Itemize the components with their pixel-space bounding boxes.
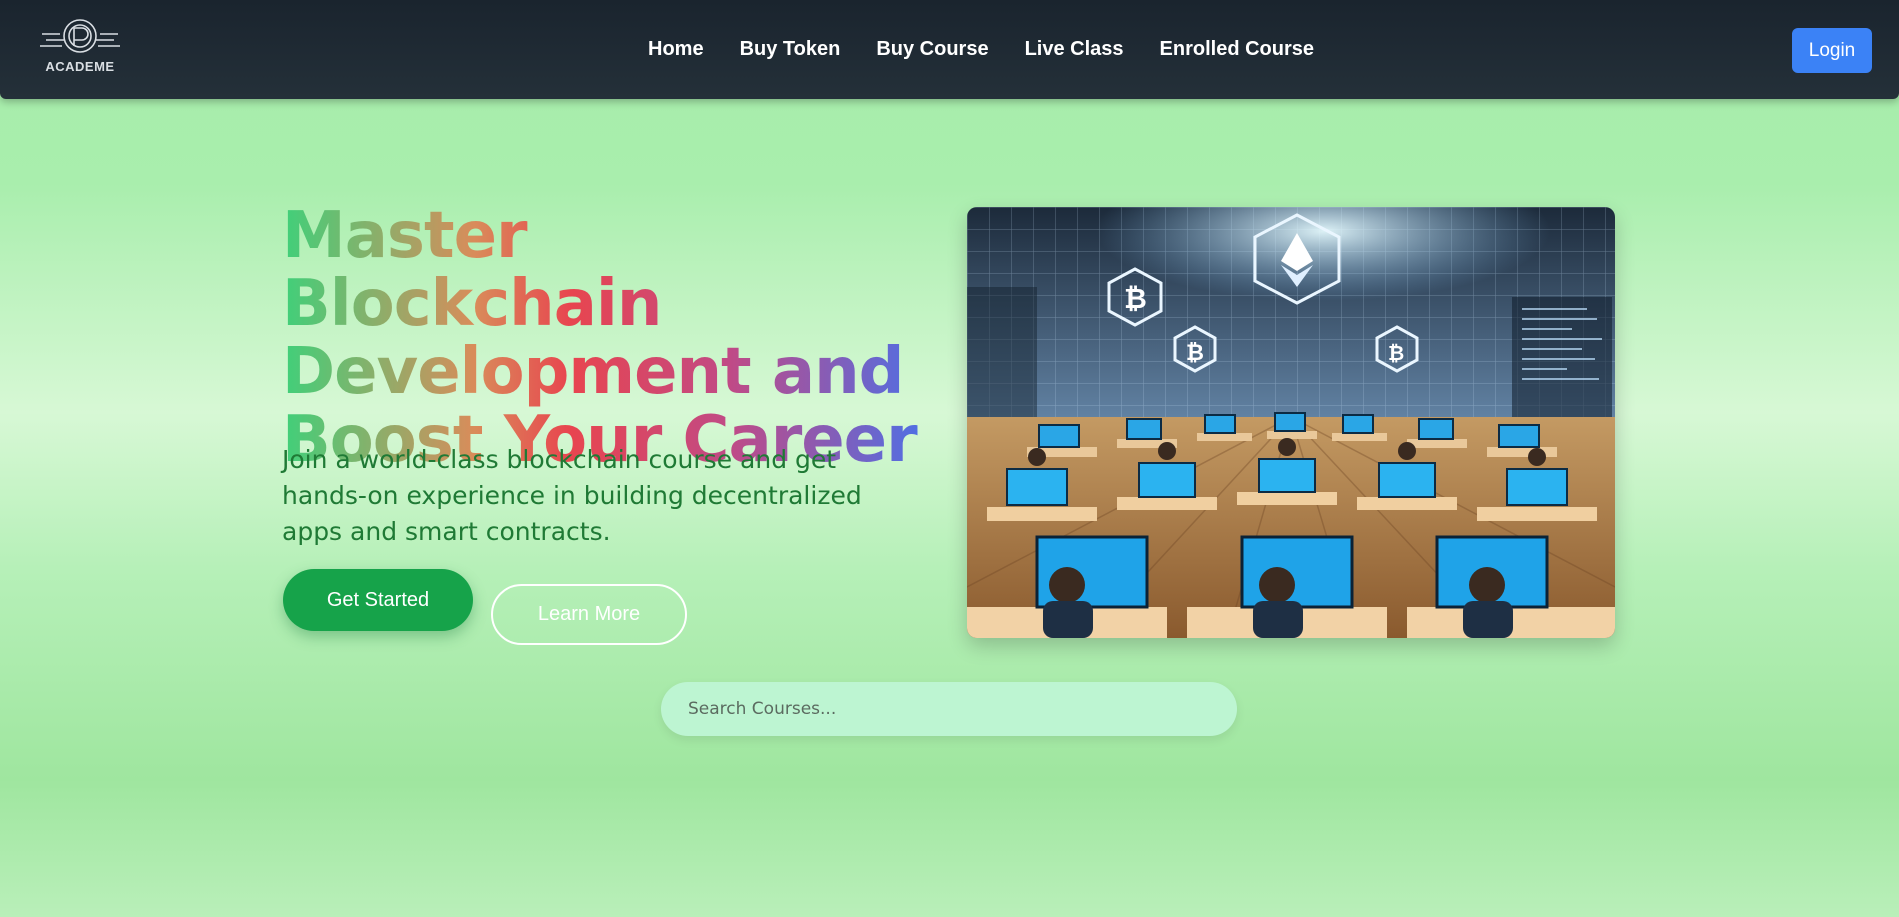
nav-enrolled-course[interactable]: Enrolled Course — [1160, 38, 1314, 61]
svg-text:₿: ₿ — [1388, 341, 1404, 365]
nav-buy-course[interactable]: Buy Course — [876, 38, 988, 61]
nav-home[interactable]: Home — [648, 38, 704, 61]
learn-more-button[interactable]: Learn More — [491, 584, 687, 645]
fingerprint-logo-icon — [40, 19, 120, 53]
svg-text:₿: ₿ — [1124, 282, 1147, 315]
hero-subtitle: Join a world-class blockchain course and… — [282, 445, 862, 546]
brand-logo[interactable]: ACADEME — [38, 14, 122, 78]
login-button[interactable]: Login — [1792, 28, 1872, 73]
nav-buy-token[interactable]: Buy Token — [740, 38, 841, 61]
hero-title-line-2: Development and — [282, 335, 904, 409]
blockchain-classroom-illustration: ₿ ₿ ₿ — [967, 207, 1615, 638]
top-navbar: ACADEME Home Buy Token Buy Course Live C… — [0, 0, 1899, 99]
get-started-button[interactable]: Get Started — [283, 569, 473, 631]
nav-live-class[interactable]: Live Class — [1025, 38, 1124, 61]
search-courses-input[interactable] — [661, 682, 1237, 736]
svg-text:₿: ₿ — [1186, 341, 1204, 366]
brand-name: ACADEME — [45, 59, 115, 74]
hero-title-line-1: Master Blockchain — [282, 199, 662, 341]
hero-title: Master Blockchain Development and Boost … — [282, 202, 922, 474]
hero-image: ₿ ₿ ₿ — [967, 207, 1615, 638]
main-nav: Home Buy Token Buy Course Live Class Enr… — [648, 38, 1350, 61]
